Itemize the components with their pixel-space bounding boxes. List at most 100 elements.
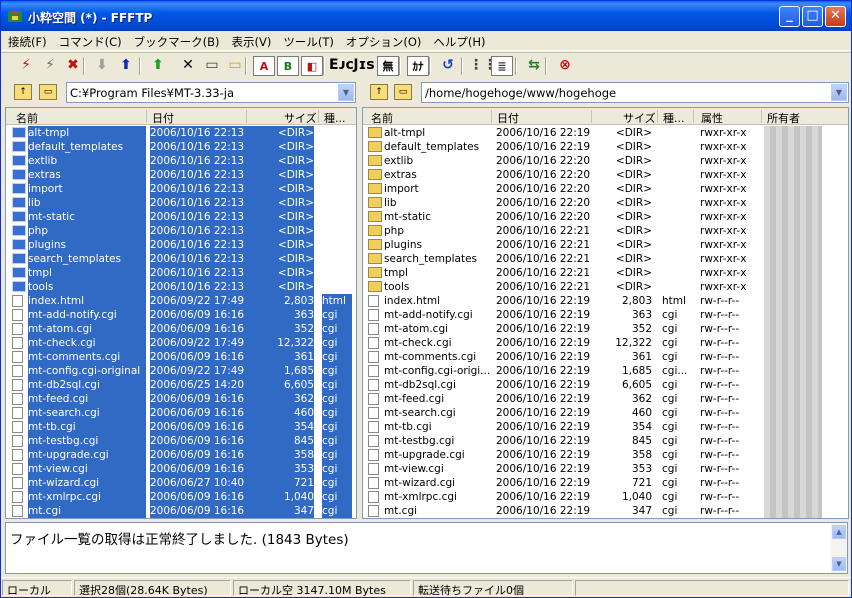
table-row[interactable]: search_templates 2006/10/16 22:13 <DIR> (6, 252, 356, 266)
table-row[interactable]: import 2006/10/16 22:20 <DIR> rwxr-xr-x (363, 182, 848, 196)
table-row[interactable]: mt.cgi 2006/10/16 22:19 347 cgi rw-r--r-- (363, 504, 848, 518)
table-row[interactable]: mt-feed.cgi 2006/10/16 22:19 362 cgi rw-r--r… (363, 392, 848, 406)
local-path-combo[interactable]: C:¥Program Files¥MT-3.33-ja ▼ (66, 82, 356, 103)
upload-icon[interactable]: ⬆ (115, 55, 137, 77)
table-row[interactable]: mt-check.cgi 2006/10/16 22:19 12,322 cgi rw-… (363, 336, 848, 350)
scroll-up-icon[interactable]: ▲ (832, 525, 846, 539)
ascii-mode-icon[interactable]: A (253, 56, 275, 76)
scroll-down-icon[interactable]: ▼ (832, 557, 846, 571)
table-row[interactable]: mt-db2sql.cgi 2006/06/25 14:20 6,605 cgi (6, 378, 356, 392)
title-bar[interactable]: 小粋空間 (*) - FFFTP _ □ ✕ (1, 1, 851, 31)
remote-open-folder-icon[interactable]: ▭ (394, 84, 412, 100)
table-row[interactable]: plugins 2006/10/16 22:21 <DIR> rwxr-xr-x (363, 238, 848, 252)
table-row[interactable]: extras 2006/10/16 22:13 <DIR> (6, 168, 356, 182)
local-open-folder-icon[interactable]: ▭ (39, 84, 57, 100)
table-row[interactable]: plugins 2006/10/16 22:13 <DIR> (6, 238, 356, 252)
table-row[interactable]: default_templates 2006/10/16 22:13 <DIR> (6, 140, 356, 154)
table-row[interactable]: mt-tb.cgi 2006/06/09 16:16 354 cgi (6, 420, 356, 434)
local-col-type[interactable]: 種... (324, 110, 346, 126)
remote-col-type[interactable]: 種... (663, 110, 685, 126)
table-row[interactable]: import 2006/10/16 22:13 <DIR> (6, 182, 356, 196)
table-row[interactable]: php 2006/10/16 22:13 <DIR> (6, 224, 356, 238)
table-row[interactable]: mt-feed.cgi 2006/06/09 16:16 362 cgi (6, 392, 356, 406)
table-row[interactable]: mt-static 2006/10/16 22:20 <DIR> rwxr-xr-x (363, 210, 848, 224)
remote-path-combo[interactable]: /home/hogehoge/www/hogehoge ▼ (421, 82, 849, 103)
mirror-upload-icon[interactable]: ⬆ (147, 55, 169, 77)
list-view-icon[interactable]: ⋮⋮ (469, 55, 497, 77)
table-row[interactable]: mt-wizard.cgi 2006/10/16 22:19 721 cgi rw-r-… (363, 476, 848, 490)
close-button[interactable]: ✕ (825, 6, 846, 27)
table-row[interactable]: mt-atom.cgi 2006/10/16 22:19 352 cgi rw-r--r… (363, 322, 848, 336)
local-col-date[interactable]: 日付 (152, 110, 174, 126)
table-row[interactable]: default_templates 2006/10/16 22:19 <DIR> rw… (363, 140, 848, 154)
table-row[interactable]: tools 2006/10/16 22:21 <DIR> rwxr-xr-x (363, 280, 848, 294)
table-row[interactable]: tmpl 2006/10/16 22:21 <DIR> rwxr-xr-x (363, 266, 848, 280)
quick-connect-icon[interactable]: ⚡ (39, 55, 61, 77)
table-row[interactable]: mt-wizard.cgi 2006/06/27 10:40 721 cgi (6, 476, 356, 490)
table-row[interactable]: tmpl 2006/10/16 22:13 <DIR> (6, 266, 356, 280)
remote-col-date[interactable]: 日付 (497, 110, 519, 126)
rename-icon[interactable]: ▭ (201, 55, 223, 77)
disconnect-icon[interactable]: ✖ (62, 55, 84, 77)
kanji-euc-icon[interactable]: Eᴊᴄ (329, 55, 354, 77)
kanji-none-icon[interactable]: 無 (377, 56, 399, 76)
table-row[interactable]: mt-comments.cgi 2006/10/16 22:19 361 cgi rw-… (363, 350, 848, 364)
table-row[interactable]: mt-atom.cgi 2006/06/09 16:16 352 cgi (6, 322, 356, 336)
table-row[interactable]: alt-tmpl 2006/10/16 22:19 <DIR> rwxr-xr-x (363, 126, 848, 140)
table-row[interactable]: extras 2006/10/16 22:20 <DIR> rwxr-xr-x (363, 168, 848, 182)
menu-item-0[interactable]: 接続(F) (1, 31, 52, 50)
table-row[interactable]: lib 2006/10/16 22:20 <DIR> rwxr-xr-x (363, 196, 848, 210)
table-row[interactable]: index.html 2006/10/16 22:19 2,803 html rw-r-… (363, 294, 848, 308)
refresh-icon[interactable]: ↺ (437, 55, 459, 77)
remote-col-name[interactable]: 名前 (371, 110, 393, 126)
table-row[interactable]: mt-db2sql.cgi 2006/10/16 22:19 6,605 cgi rw-… (363, 378, 848, 392)
binary-mode-icon[interactable]: B (277, 56, 299, 76)
table-row[interactable]: mt-xmlrpc.cgi 2006/06/09 16:16 1,040 cgi (6, 490, 356, 504)
local-file-list[interactable]: 名前 日付 サイズ 種... alt-tmpl 2006/10/16 22:13 <… (5, 107, 357, 519)
menu-item-2[interactable]: ブックマーク(B) (127, 31, 225, 50)
connect-icon[interactable]: ⚡ (15, 55, 37, 77)
detail-view-icon[interactable]: ≣ (491, 56, 513, 76)
local-col-size[interactable]: サイズ (284, 110, 317, 126)
remote-up-folder-icon[interactable]: ↑ (370, 84, 388, 100)
local-col-name[interactable]: 名前 (16, 110, 38, 126)
table-row[interactable]: extlib 2006/10/16 22:13 <DIR> (6, 154, 356, 168)
table-row[interactable]: mt-comments.cgi 2006/06/09 16:16 361 cgi (6, 350, 356, 364)
auto-mode-icon[interactable]: ◧ (301, 56, 323, 76)
remote-col-attr[interactable]: 属性 (701, 110, 723, 126)
table-row[interactable]: mt-upgrade.cgi 2006/10/16 22:19 358 cgi rw-r… (363, 448, 848, 462)
remote-col-owner[interactable]: 所有者 (767, 110, 800, 126)
kana-convert-icon[interactable]: ｶﾅ (407, 56, 429, 76)
table-row[interactable]: mt-upgrade.cgi 2006/06/09 16:16 358 cgi (6, 448, 356, 462)
table-row[interactable]: mt-testbg.cgi 2006/10/16 22:19 845 cgi rw-r-… (363, 434, 848, 448)
table-row[interactable]: tools 2006/10/16 22:13 <DIR> (6, 280, 356, 294)
menu-item-6[interactable]: ヘルプ(H) (426, 31, 490, 50)
table-row[interactable]: php 2006/10/16 22:21 <DIR> rwxr-xr-x (363, 224, 848, 238)
kanji-jis-icon[interactable]: Jɪs (353, 55, 375, 77)
menu-item-3[interactable]: 表示(V) (224, 31, 276, 50)
table-row[interactable]: mt-check.cgi 2006/09/22 17:49 12,322 cgi (6, 336, 356, 350)
sync-dir-icon[interactable]: ⇆ (523, 55, 545, 77)
table-row[interactable]: mt-search.cgi 2006/06/09 16:16 460 cgi (6, 406, 356, 420)
chevron-down-icon[interactable]: ▼ (831, 84, 847, 101)
table-row[interactable]: search_templates 2006/10/16 22:21 <DIR> rwx… (363, 252, 848, 266)
table-row[interactable]: mt-tb.cgi 2006/10/16 22:19 354 cgi rw-r--r-- (363, 420, 848, 434)
table-row[interactable]: extlib 2006/10/16 22:20 <DIR> rwxr-xr-x (363, 154, 848, 168)
table-row[interactable]: mt-config.cgi-origi... 2006/10/16 22:19 1,… (363, 364, 848, 378)
menu-item-5[interactable]: オプション(O) (339, 31, 427, 50)
table-row[interactable]: mt-static 2006/10/16 22:13 <DIR> (6, 210, 356, 224)
table-row[interactable]: mt-xmlrpc.cgi 2006/10/16 22:19 1,040 cgi rw-… (363, 490, 848, 504)
table-row[interactable]: mt-testbg.cgi 2006/06/09 16:16 845 cgi (6, 434, 356, 448)
table-row[interactable]: mt.cgi 2006/06/09 16:16 347 cgi (6, 504, 356, 518)
menu-item-1[interactable]: コマンド(C) (52, 31, 127, 50)
remote-col-size[interactable]: サイズ (623, 110, 656, 126)
local-up-folder-icon[interactable]: ↑ (14, 84, 32, 100)
menu-item-4[interactable]: ツール(T) (276, 31, 339, 50)
mkdir-icon[interactable]: ▭ (224, 55, 246, 77)
download-icon[interactable]: ⬇ (91, 55, 113, 77)
maximize-button[interactable]: □ (802, 6, 823, 27)
table-row[interactable]: mt-view.cgi 2006/06/09 16:16 353 cgi (6, 462, 356, 476)
table-row[interactable]: index.html 2006/09/22 17:49 2,803 html (6, 294, 356, 308)
log-scrollbar[interactable]: ▲ ▼ (831, 523, 847, 573)
minimize-button[interactable]: _ (779, 6, 800, 27)
